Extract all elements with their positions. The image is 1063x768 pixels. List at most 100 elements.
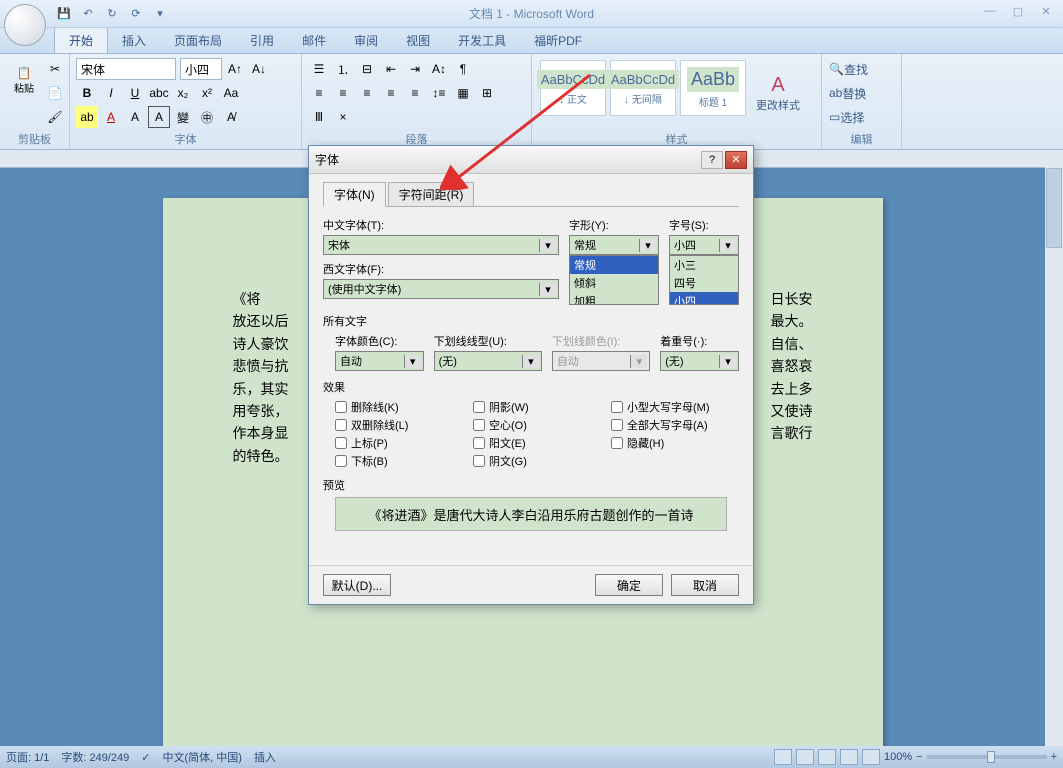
superscript-button[interactable]: x² [196,82,218,104]
check-engrave[interactable]: 阴文(G) [473,453,601,469]
status-page[interactable]: 页面: 1/1 [6,749,49,765]
align-center-button[interactable]: ≡ [332,82,354,104]
phonetic-button[interactable]: 變 [172,106,194,128]
decrease-indent-button[interactable]: ⇤ [380,58,402,80]
view-outline[interactable] [840,749,858,765]
style-nospacing[interactable]: AaBbCcDd ↓ 无间隔 [610,60,676,116]
view-web[interactable] [818,749,836,765]
tab-references[interactable]: 引用 [236,28,288,53]
check-subscript[interactable]: 下标(B) [335,453,463,469]
replace-button[interactable]: ab 替换 [828,82,895,104]
char-border-button[interactable]: A [148,106,170,128]
status-language[interactable]: 中文(简体, 中国) [163,749,242,765]
font-color-combo[interactable]: 自动 [335,351,424,371]
increase-indent-button[interactable]: ⇥ [404,58,426,80]
justify-button[interactable]: ≡ [380,82,402,104]
underline-button[interactable]: U [124,82,146,104]
align-left-button[interactable]: ≡ [308,82,330,104]
check-hidden[interactable]: 隐藏(H) [611,435,739,451]
emphasis-combo[interactable]: (无) [660,351,739,371]
numbering-button[interactable]: ⒈ [332,58,354,80]
format-painter-icon[interactable]: 🖌 [44,106,66,128]
vertical-scrollbar[interactable] [1045,150,1063,746]
asian-layout-button[interactable]: × [332,106,354,128]
refresh-icon[interactable]: ⟳ [126,4,146,24]
text-direction-button[interactable]: Ⅲ [308,106,330,128]
check-double-strike[interactable]: 双删除线(L) [335,417,463,433]
status-words[interactable]: 字数: 249/249 [61,749,129,765]
strikethrough-button[interactable]: abc [148,82,170,104]
list-item[interactable]: 小四 [670,292,738,305]
borders-button[interactable]: ⊞ [476,82,498,104]
paste-button[interactable]: 📋粘贴 [6,58,42,102]
style-gallery[interactable]: AaBbCcDd ↓ 正文 AaBbCcDd ↓ 无间隔 AaBb 标题 1 [538,58,748,129]
distribute-button[interactable]: ≡ [404,82,426,104]
font-name-combo[interactable] [76,58,176,80]
enclose-button[interactable]: ㊥ [196,106,218,128]
tab-foxitpdf[interactable]: 福昕PDF [520,28,596,53]
maximize-button[interactable]: ▢ [1005,2,1031,20]
dialog-help-button[interactable]: ? [701,151,723,169]
status-mode[interactable]: 插入 [254,749,276,765]
view-print-layout[interactable] [774,749,792,765]
chinese-font-combo[interactable]: 宋体 [323,235,559,255]
list-item[interactable]: 加粗 [570,292,658,305]
default-button[interactable]: 默认(D)... [323,574,391,596]
list-item[interactable]: 四号 [670,274,738,292]
zoom-in-button[interactable]: + [1051,751,1057,763]
office-button[interactable] [4,4,46,46]
close-button[interactable]: ✕ [1033,2,1059,20]
show-marks-button[interactable]: ¶ [452,58,474,80]
list-item[interactable]: 倾斜 [570,274,658,292]
check-strikethrough[interactable]: 删除线(K) [335,399,463,415]
check-allcaps[interactable]: 全部大写字母(A) [611,417,739,433]
check-superscript[interactable]: 上标(P) [335,435,463,451]
view-fullscreen[interactable] [796,749,814,765]
dialog-close-button[interactable]: ✕ [725,151,747,169]
multilevel-button[interactable]: ⊟ [356,58,378,80]
style-list[interactable]: 常规 倾斜 加粗 [569,255,659,305]
sort-button[interactable]: A↕ [428,58,450,80]
select-button[interactable]: ▭ 选择 [828,106,895,128]
copy-icon[interactable]: 📄 [44,82,66,104]
tab-insert[interactable]: 插入 [108,28,160,53]
font-color-button[interactable]: A [100,106,122,128]
char-shading-button[interactable]: A [124,106,146,128]
shrink-font-icon[interactable]: A↓ [248,58,270,80]
qat-dropdown-icon[interactable]: ▾ [150,4,170,24]
grow-font-icon[interactable]: A↑ [224,58,246,80]
check-shadow[interactable]: 阴影(W) [473,399,601,415]
check-emboss[interactable]: 阳文(E) [473,435,601,451]
minimize-button[interactable]: — [977,2,1003,20]
tab-view[interactable]: 视图 [392,28,444,53]
tab-developer[interactable]: 开发工具 [444,28,520,53]
cut-icon[interactable]: ✂ [44,58,66,80]
style-normal[interactable]: AaBbCcDd ↓ 正文 [540,60,606,116]
tab-char-spacing[interactable]: 字符间距(R) [388,182,475,207]
size-input[interactable]: 小四 [669,235,739,255]
clear-format-button[interactable]: A̸ [220,106,242,128]
bold-button[interactable]: B [76,82,98,104]
subscript-button[interactable]: x₂ [172,82,194,104]
redo-icon[interactable]: ↻ [102,4,122,24]
status-proofing-icon[interactable]: ✓ [141,751,150,764]
italic-button[interactable]: I [100,82,122,104]
font-size-combo[interactable] [180,58,222,80]
shading-button[interactable]: ▦ [452,82,474,104]
tab-review[interactable]: 审阅 [340,28,392,53]
style-heading1[interactable]: AaBb 标题 1 [680,60,746,116]
change-case-button[interactable]: Aa [220,82,242,104]
zoom-out-button[interactable]: − [916,751,922,763]
zoom-slider[interactable] [927,755,1047,759]
view-draft[interactable] [862,749,880,765]
align-right-button[interactable]: ≡ [356,82,378,104]
highlight-button[interactable]: ab [76,106,98,128]
change-styles-button[interactable]: A 更改样式 [756,74,800,113]
zoom-level[interactable]: 100% [884,751,912,763]
western-font-combo[interactable]: (使用中文字体) [323,279,559,299]
size-list[interactable]: 小三 四号 小四 [669,255,739,305]
find-button[interactable]: 🔍 查找 [828,58,895,80]
check-outline[interactable]: 空心(O) [473,417,601,433]
bullets-button[interactable]: ☰ [308,58,330,80]
tab-font[interactable]: 字体(N) [323,182,386,207]
